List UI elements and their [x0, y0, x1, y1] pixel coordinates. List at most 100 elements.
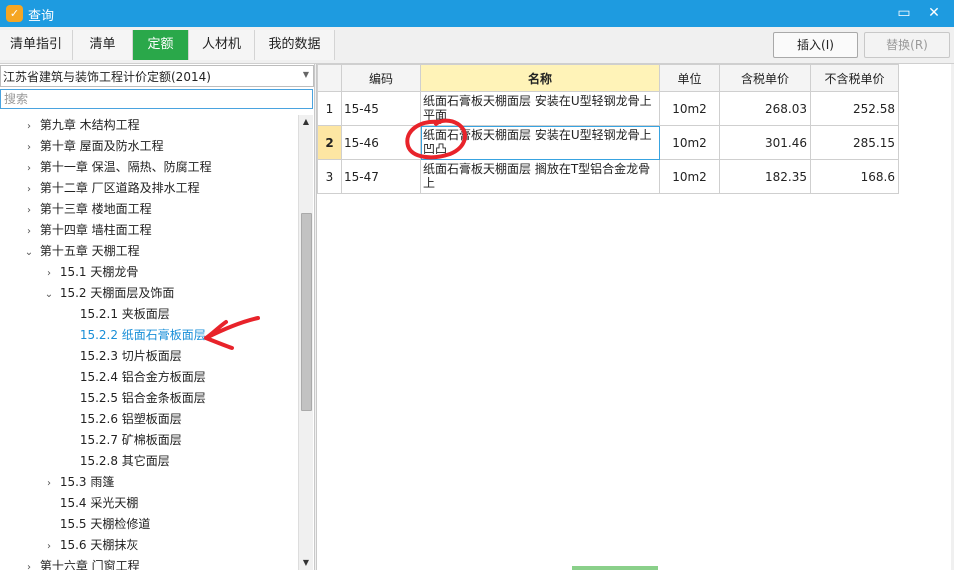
tree-node[interactable]: ⌄ 第十五章 天棚工程 — [22, 241, 140, 262]
tree-node[interactable]: › 第十章 屋面及防水工程 — [22, 136, 164, 157]
table-row[interactable]: 1 15-45 纸面石膏板天棚面层 安装在U型轻钢龙骨上 平面 10m2 268… — [317, 91, 899, 126]
cell-unit[interactable]: 10m2 — [659, 91, 720, 126]
cell-price-notax[interactable]: 168.6 — [810, 159, 899, 194]
tab-labor-material-machine[interactable]: 人材机 — [189, 30, 255, 60]
scroll-down-icon[interactable]: ▼ — [299, 556, 313, 570]
window-title: 查询 — [28, 9, 55, 24]
tree-node-label: 15.2.5 铝合金条板面层 — [79, 391, 206, 405]
scroll-up-icon[interactable]: ▲ — [299, 115, 313, 129]
cell-price-notax[interactable]: 285.15 — [810, 125, 899, 160]
close-icon[interactable]: ✕ — [922, 3, 946, 23]
row-number: 1 — [317, 91, 342, 126]
tree-node[interactable]: 15.2.6 铝塑板面层 — [62, 409, 182, 430]
toolbar: 清单指引 清单 定额 人材机 我的数据 插入(I) 替换(R) — [0, 27, 954, 64]
tree-node[interactable]: › 第九章 木结构工程 — [22, 115, 140, 136]
cell-name[interactable]: 纸面石膏板天棚面层 安装在U型轻钢龙骨上 凹凸 — [420, 125, 660, 160]
tree-node-label: 第十五章 天棚工程 — [39, 244, 140, 258]
table-row[interactable]: 3 15-47 纸面石膏板天棚面层 搁放在T型铝合金龙骨 上 10m2 182.… — [317, 159, 899, 194]
table-header-row: 编码 名称 单位 含税单价 不含税单价 — [317, 64, 899, 92]
insert-button[interactable]: 插入(I) — [773, 32, 858, 58]
cell-name[interactable]: 纸面石膏板天棚面层 搁放在T型铝合金龙骨 上 — [420, 159, 660, 194]
scrollbar-thumb[interactable] — [301, 213, 312, 411]
tree-node[interactable]: › 15.1 天棚龙骨 — [42, 262, 138, 283]
tab-bill-guide[interactable]: 清单指引 — [0, 30, 73, 60]
chevron-down-icon: ▼ — [302, 70, 309, 79]
tree-node[interactable]: 15.2.5 铝合金条板面层 — [62, 388, 206, 409]
chevron-right-icon[interactable]: › — [42, 263, 56, 284]
tree-node[interactable]: › 15.6 天棚抹灰 — [42, 535, 138, 556]
tree-node-label: 第十一章 保温、隔热、防腐工程 — [39, 160, 212, 174]
chapter-tree: › 第九章 木结构工程 › 第十章 屋面及防水工程 › 第十一章 保温、隔热、防腐工… — [0, 115, 298, 570]
column-header-name[interactable]: 名称 — [420, 64, 660, 92]
app-logo-icon: ✓ — [6, 5, 23, 22]
tree-node-label: 15.2.3 切片板面层 — [79, 349, 182, 363]
quota-library-select[interactable]: 江苏省建筑与装饰工程计价定额(2014) ▼ — [0, 65, 314, 87]
tree-node[interactable]: 15.2.2 纸面石膏板面层 — [62, 325, 206, 346]
tab-my-data[interactable]: 我的数据 — [255, 30, 335, 60]
grid-horizontal-scrollbar[interactable] — [316, 565, 950, 570]
window-titlebar: ✓ 查询 ▭ ✕ — [0, 0, 954, 27]
tree-node-label: 15.2 天棚面层及饰面 — [59, 286, 175, 300]
replace-button[interactable]: 替换(R) — [864, 32, 950, 58]
tab-quota[interactable]: 定额 — [133, 30, 189, 60]
search-input[interactable] — [0, 89, 313, 109]
tree-node[interactable]: ⌄ 15.2 天棚面层及饰面 — [42, 283, 175, 305]
column-header-unit[interactable]: 单位 — [659, 64, 720, 92]
cell-price-tax[interactable]: 301.46 — [719, 125, 811, 160]
scrollbar-thumb[interactable] — [572, 566, 658, 570]
tree-node-label: 第十四章 墙柱面工程 — [39, 223, 152, 237]
chevron-right-icon[interactable]: › — [22, 557, 36, 570]
tree-node[interactable]: › 第十六章 门窗工程 — [22, 556, 140, 570]
cell-price-tax[interactable]: 268.03 — [719, 91, 811, 126]
tree-node-label: 15.2.4 铝合金方板面层 — [79, 370, 206, 384]
tree-node[interactable]: 15.2.3 切片板面层 — [62, 346, 182, 367]
row-number: 2 — [317, 125, 342, 160]
cell-unit[interactable]: 10m2 — [659, 125, 720, 160]
tree-node[interactable]: 15.2.4 铝合金方板面层 — [62, 367, 206, 388]
tree-node[interactable]: 15.2.1 夹板面层 — [62, 304, 170, 325]
chevron-right-icon[interactable]: › — [22, 221, 36, 242]
tree-node[interactable]: › 第十一章 保温、隔热、防腐工程 — [22, 157, 212, 178]
column-header-code[interactable]: 编码 — [341, 64, 421, 92]
maximize-icon[interactable]: ▭ — [892, 3, 916, 23]
table-row[interactable]: 2 15-46 纸面石膏板天棚面层 安装在U型轻钢龙骨上 凹凸 10m2 301… — [317, 125, 899, 160]
tree-node[interactable]: 15.4 采光天棚 — [42, 493, 139, 514]
tree-node[interactable]: › 第十二章 厂区道路及排水工程 — [22, 178, 200, 199]
chevron-right-icon[interactable]: › — [22, 116, 36, 137]
tree-scrollbar[interactable]: ▲ ▼ — [298, 115, 313, 570]
tree-node-label: 15.2.6 铝塑板面层 — [79, 412, 182, 426]
column-header-price-notax[interactable]: 不含税单价 — [810, 64, 899, 92]
quota-grid-pane: 编码 名称 单位 含税单价 不含税单价 1 15-45 纸面石膏板天棚面层 安装… — [316, 64, 951, 570]
chevron-right-icon[interactable]: › — [42, 473, 56, 494]
tree-node-label: 15.3 雨篷 — [59, 475, 115, 489]
column-header-rownum — [317, 64, 342, 92]
tree-node[interactable]: › 15.3 雨篷 — [42, 472, 114, 493]
chevron-right-icon[interactable]: › — [22, 158, 36, 179]
quota-library-value: 江苏省建筑与装饰工程计价定额(2014) — [3, 70, 211, 84]
cell-price-notax[interactable]: 252.58 — [810, 91, 899, 126]
tree-node[interactable]: 15.2.7 矿棉板面层 — [62, 430, 182, 451]
chevron-right-icon[interactable]: › — [22, 179, 36, 200]
chevron-right-icon[interactable]: › — [22, 200, 36, 221]
chevron-right-icon[interactable]: › — [22, 137, 36, 158]
tree-node-label: 第十三章 楼地面工程 — [39, 202, 152, 216]
cell-code[interactable]: 15-47 — [341, 159, 421, 194]
tree-node-label: 第九章 木结构工程 — [39, 118, 140, 132]
tree-node-label: 15.2.8 其它面层 — [79, 454, 170, 468]
cell-code[interactable]: 15-46 — [341, 125, 421, 160]
tab-bill[interactable]: 清单 — [73, 30, 133, 60]
cell-name[interactable]: 纸面石膏板天棚面层 安装在U型轻钢龙骨上 平面 — [420, 91, 660, 126]
chevron-down-icon[interactable]: ⌄ — [42, 284, 56, 305]
tree-node[interactable]: › 第十三章 楼地面工程 — [22, 199, 152, 220]
tree-node-label: 第十章 屋面及防水工程 — [39, 139, 164, 153]
tree-node[interactable]: 15.2.8 其它面层 — [62, 451, 170, 472]
column-header-price-tax[interactable]: 含税单价 — [719, 64, 811, 92]
cell-unit[interactable]: 10m2 — [659, 159, 720, 194]
cell-price-tax[interactable]: 182.35 — [719, 159, 811, 194]
chevron-right-icon[interactable]: › — [42, 536, 56, 557]
tree-node-label: 15.2.1 夹板面层 — [79, 307, 170, 321]
tree-node[interactable]: › 第十四章 墙柱面工程 — [22, 220, 152, 241]
chevron-down-icon[interactable]: ⌄ — [22, 242, 36, 263]
tree-node[interactable]: 15.5 天棚检修道 — [42, 514, 151, 535]
cell-code[interactable]: 15-45 — [341, 91, 421, 126]
